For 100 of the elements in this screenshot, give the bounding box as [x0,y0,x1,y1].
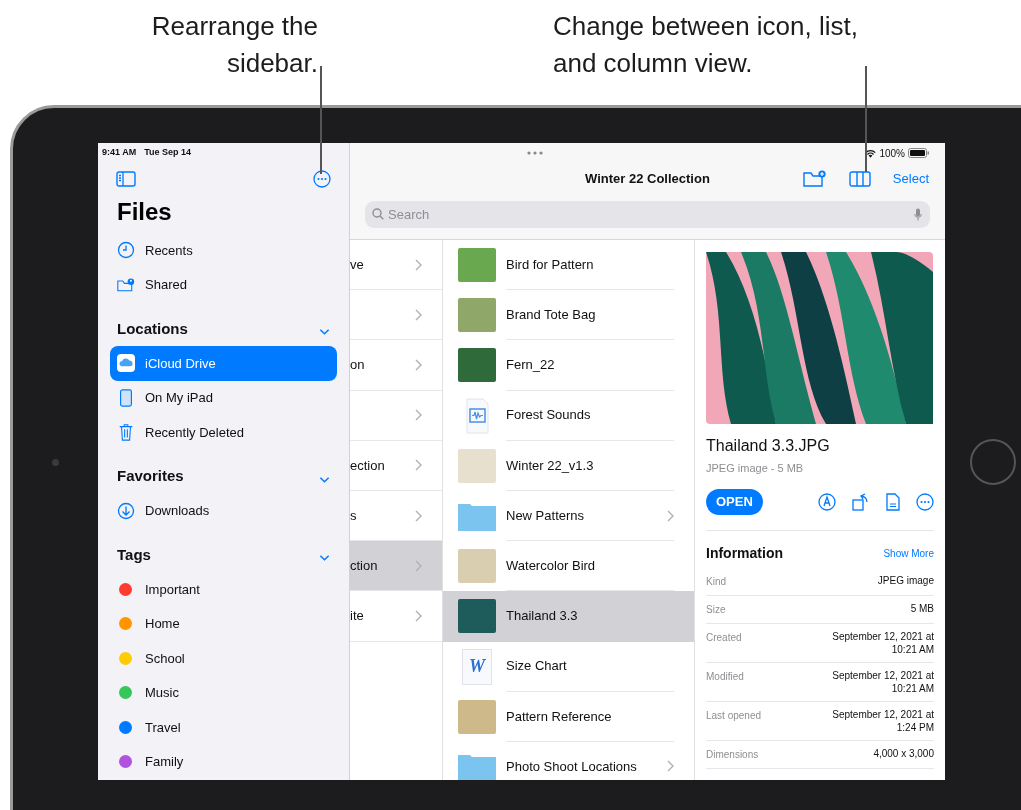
chevron-icon[interactable] [319,554,330,562]
chevron-icon [667,760,674,773]
status-time: 9:41 AM [102,146,137,160]
sidebar-item[interactable]: Home [110,606,337,641]
folder-name: ection [350,456,385,475]
trash-icon [117,423,135,442]
file-row[interactable]: Winter 22_v1.3 [443,440,694,491]
sidebar-title: Files [116,197,173,227]
info-value: JPEG image [876,573,934,587]
section-header: Information [706,543,783,563]
folder-title: Winter 22 Collection [585,170,710,189]
info-label: Created [706,630,742,645]
folder-row[interactable]: ve [350,240,442,291]
file-subtitle: JPEG image - 5 MB [706,461,805,476]
file-row[interactable]: Bird for Pattern [443,240,694,291]
sidebar-item[interactable]: Travel [110,710,337,745]
photo-thumbnail [458,448,496,483]
file-name: Forest Sounds [506,406,591,425]
folder-row[interactable]: on [350,340,442,391]
info-label: Modified [706,669,744,684]
sidebar-item[interactable]: Recently Deleted [110,415,337,450]
file-name: Fern_22 [506,356,555,375]
sidebar-item[interactable]: On My iPad [110,380,337,415]
photo-thumbnail [458,599,496,634]
open-button[interactable]: OPEN [706,488,763,515]
info-value: September 12, 2021 at 10:21 AM [831,629,934,656]
file-row[interactable]: Thailand 3.3 [443,591,694,642]
folder-name: ction [350,556,378,575]
photo-thumbnail [458,348,496,383]
multitasking-dots-icon[interactable] [527,151,543,155]
sidebar-item[interactable]: Music [110,675,337,710]
folder-name: s [350,506,357,525]
callout-text: Rearrange the sidebar. [150,10,318,80]
file-name: Bird for Pattern [506,255,594,274]
sidebar-item[interactable]: Important [110,572,337,607]
sidebar-item[interactable]: Shared [110,267,337,302]
file-row[interactable]: New Patterns [443,490,694,542]
markup-icon[interactable] [818,492,836,511]
section-header: Favorites [117,466,184,486]
file-row[interactable]: W Size Chart [443,641,694,692]
chevron-icon [415,308,422,321]
home-button[interactable] [970,439,1016,485]
photo-thumbnail [458,248,496,283]
chevron-icon[interactable] [319,475,330,484]
info-label: Size [706,602,726,617]
info-value: 5 MB [909,601,934,615]
file-name: Size Chart [506,657,567,676]
search-field[interactable]: Search [365,201,930,228]
sidebar-item[interactable]: Family [110,744,337,779]
file-name: Winter 22_v1.3 [506,456,594,475]
sidebar-item[interactable]: iCloud Drive [110,346,337,381]
download-icon [117,501,135,520]
info-value: 4,000 x 3,000 [872,746,934,760]
chevron-icon [415,258,422,271]
photo-thumbnail [458,699,496,734]
section-header: Locations [117,318,188,339]
photo-thumbnail [458,298,496,333]
folder-row[interactable]: ction [350,541,442,592]
status-date: Tue Sep 14 [144,146,192,160]
tablet-icon [117,388,135,407]
info-label: Dimensions [706,747,759,762]
chevron-icon [667,509,674,522]
folder-name: ite [350,607,364,626]
file-name: Thailand 3.3 [506,607,578,626]
chevron-icon [415,459,422,472]
info-label: Kind [706,574,726,589]
sidebar-toggle-icon[interactable] [116,171,136,187]
file-name: Watercolor Bird [506,556,596,575]
chevron-icon [415,358,422,371]
file-row[interactable]: Fern_22 [443,340,694,391]
chevron-icon [415,509,422,522]
microphone-icon[interactable] [914,208,922,221]
sidebar-item[interactable]: Recents [110,233,337,268]
folder-row[interactable]: ite [350,591,442,642]
more-options-icon[interactable] [313,170,331,188]
file-row[interactable]: Forest Sounds [443,390,694,441]
folder-name: on [350,356,365,375]
file-row[interactable]: Brand Tote Bag [443,290,694,341]
camera-icon [52,459,59,466]
info-value: September 12, 2021 at 10:21 AM [831,668,934,695]
chevron-icon[interactable] [319,328,330,336]
column-view-icon[interactable] [848,171,871,187]
file-row[interactable]: Pattern Reference [443,691,694,742]
document-icon[interactable] [886,492,900,511]
cloud-icon [117,354,135,373]
rotate-icon[interactable] [852,492,870,511]
file-row[interactable]: Photo Shoot Locations [443,741,694,780]
battery-icon [908,148,930,158]
file-name: Pattern Reference [506,707,612,726]
select-button[interactable]: Select [892,169,929,189]
more-options-icon[interactable] [916,492,934,511]
callout-text: Change between icon, list, and column view. [553,10,859,80]
chevron-icon [415,609,422,622]
show-more-link[interactable]: Show More [883,545,934,561]
sidebar-item[interactable]: School [110,641,337,676]
folder-row[interactable]: ection [350,440,442,491]
section-header: Tags [117,544,151,565]
file-title: Thailand 3.3.JPG [706,436,831,456]
sidebar-item[interactable]: Downloads [110,493,337,528]
new-folder-icon[interactable] [802,170,827,188]
